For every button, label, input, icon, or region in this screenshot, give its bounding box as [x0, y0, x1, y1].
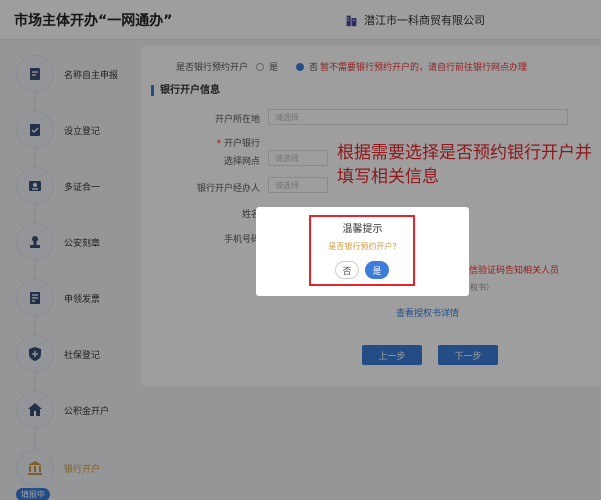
highlight-box [309, 215, 415, 286]
